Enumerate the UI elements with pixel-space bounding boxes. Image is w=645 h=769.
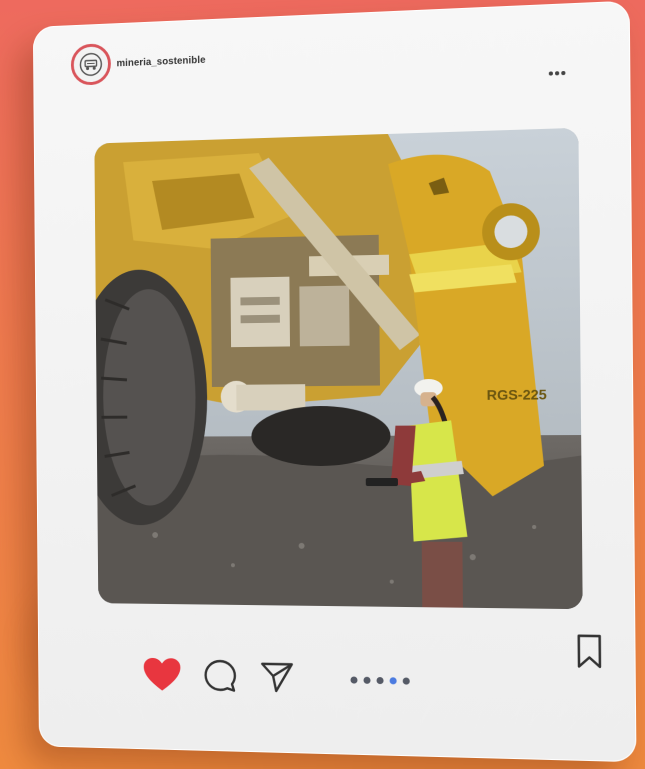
- post-card: mineria_sostenible RGS-225: [32, 0, 637, 763]
- instagram-post-frame: mineria_sostenible RGS-225: [32, 0, 637, 763]
- profile-avatar[interactable]: [70, 43, 112, 86]
- save-button[interactable]: [576, 634, 604, 674]
- carousel-dot-active[interactable]: [389, 677, 397, 685]
- carousel-dot[interactable]: [363, 676, 371, 684]
- carousel-dot[interactable]: [376, 676, 384, 685]
- svg-text:RGS-225: RGS-225: [487, 387, 548, 403]
- mining-logo-icon: [78, 51, 103, 77]
- send-icon: [259, 660, 295, 695]
- more-dot: [555, 71, 560, 76]
- post-actions: [143, 657, 295, 696]
- comment-icon: [203, 658, 238, 694]
- username-label[interactable]: mineria_sostenible: [117, 54, 206, 68]
- more-dot: [548, 71, 553, 76]
- bookmark-icon: [576, 634, 603, 669]
- heart-filled-icon: [143, 657, 181, 691]
- carousel-dot[interactable]: [402, 677, 410, 685]
- more-dot: [561, 70, 566, 76]
- share-button[interactable]: [259, 660, 295, 695]
- comment-button[interactable]: [203, 658, 238, 694]
- more-options-icon[interactable]: [548, 70, 566, 76]
- carousel-indicator[interactable]: [350, 676, 410, 685]
- like-button[interactable]: [143, 657, 182, 693]
- post-header: mineria_sostenible: [70, 39, 206, 86]
- mining-truck-photo: RGS-225: [94, 127, 583, 610]
- carousel-dot[interactable]: [350, 676, 358, 684]
- post-photo[interactable]: RGS-225: [94, 127, 583, 610]
